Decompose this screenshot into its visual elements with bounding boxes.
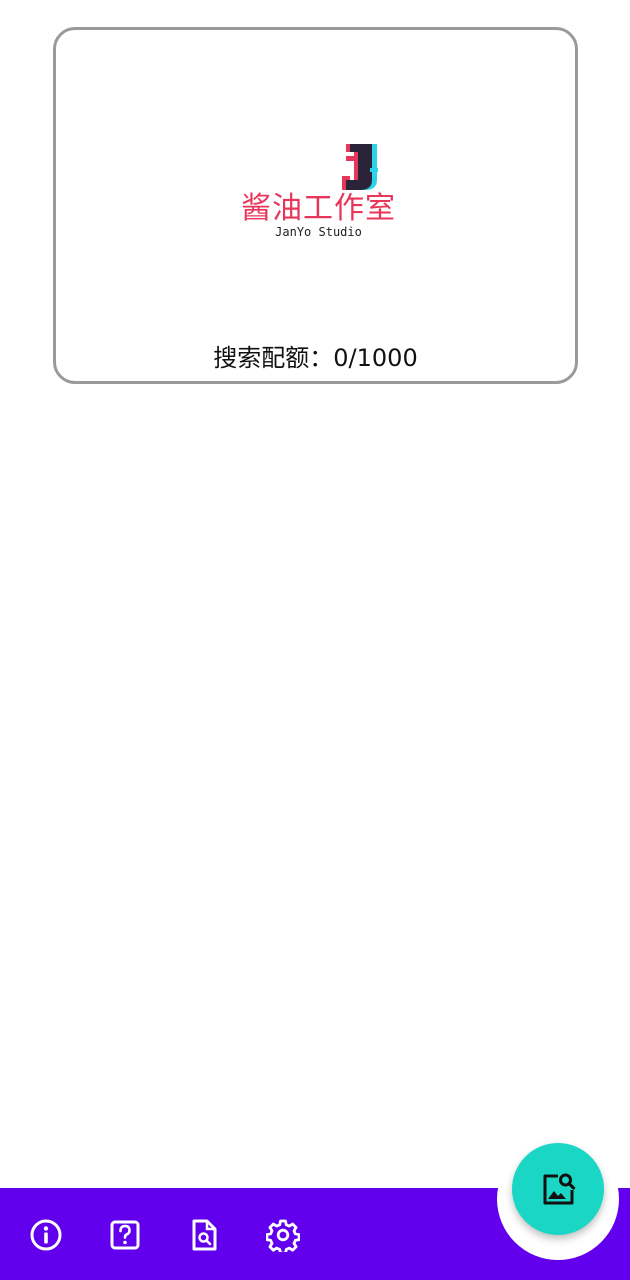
- info-icon: [30, 1219, 62, 1251]
- help-button[interactable]: [107, 1217, 143, 1253]
- search-history-button[interactable]: [186, 1217, 222, 1253]
- document-search-icon: [192, 1219, 217, 1251]
- studio-logo: 酱油工作室 JanYo Studio: [226, 112, 411, 242]
- screen: 酱油工作室 JanYo Studio 搜索配额：0/1000: [0, 0, 630, 1280]
- studio-name-en: JanYo Studio: [275, 225, 362, 239]
- j-logo-mark: [342, 144, 378, 190]
- studio-card: 酱油工作室 JanYo Studio 搜索配额：0/1000: [53, 27, 578, 384]
- image-search-icon: [543, 1173, 576, 1205]
- studio-name-cn: 酱油工作室: [241, 191, 396, 226]
- settings-icon: [266, 1219, 300, 1252]
- settings-button[interactable]: [265, 1217, 301, 1253]
- help-icon: [110, 1220, 140, 1250]
- search-quota-label: 搜索配额：0/1000: [213, 344, 418, 372]
- image-search-fab[interactable]: [512, 1143, 604, 1235]
- info-button[interactable]: [28, 1217, 64, 1253]
